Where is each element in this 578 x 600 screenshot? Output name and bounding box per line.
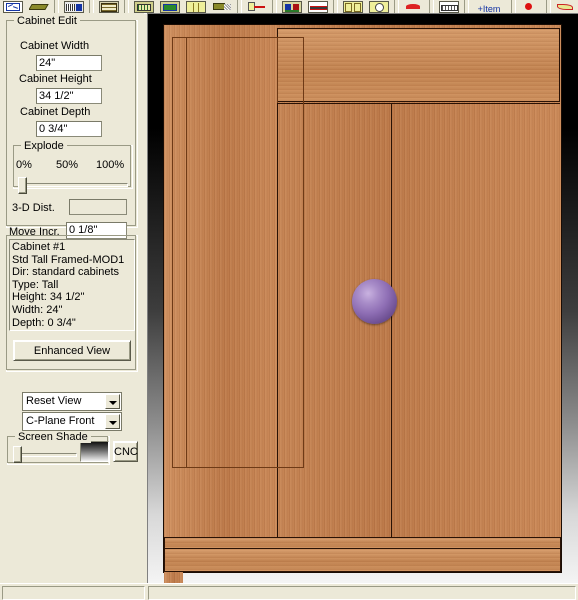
toolbar-button-curve-tool[interactable] — [554, 0, 578, 13]
chevron-down-icon[interactable] — [105, 394, 120, 409]
toolbar-button-dimension-arrow[interactable] — [245, 0, 269, 13]
toolbar-button-add-item[interactable]: +Item — [472, 0, 508, 13]
enhanced-view-button[interactable]: Enhanced View — [13, 340, 131, 361]
cabinet-width-label: Cabinet Width — [20, 40, 90, 52]
cabinet-depth-label: Cabinet Depth — [20, 106, 91, 118]
cabinet-edit-title: Cabinet Edit — [14, 15, 80, 27]
toolbar-button-molding[interactable] — [306, 0, 330, 13]
status-cell-left — [2, 586, 145, 600]
status-bar — [0, 583, 578, 600]
cabinet-bottom-shadowline — [164, 537, 561, 549]
molding-icon — [308, 1, 328, 13]
flip-part-icon — [404, 1, 424, 13]
add-item-label: +Item — [477, 4, 501, 13]
cabinet-width-input[interactable]: 24" — [36, 55, 102, 71]
toolbar-separator — [272, 0, 277, 13]
toolbar-separator — [89, 0, 94, 13]
3d-viewport[interactable] — [147, 13, 578, 583]
curve-tool-icon — [556, 1, 576, 13]
cabinet-door-knob[interactable] — [352, 279, 397, 324]
shelf-layout-icon — [99, 1, 119, 13]
cabinet-height-input[interactable]: 34 1/2" — [36, 88, 102, 104]
toolbar-button-drawer-box[interactable] — [158, 0, 182, 13]
toolbar-button-shelf-layout[interactable] — [97, 0, 121, 13]
toolbar-separator — [124, 0, 129, 13]
toolbar-separator — [546, 0, 551, 13]
explode-slider-track[interactable] — [18, 183, 128, 187]
info-line-3: Type: Tall — [12, 278, 59, 291]
status-cell-right — [148, 586, 576, 600]
toolbar-separator — [511, 0, 516, 13]
dist-value-field — [69, 199, 127, 215]
cabinet-right-side — [164, 572, 183, 583]
clock-icon — [369, 1, 389, 13]
dimension-arrow-icon — [247, 1, 267, 13]
toolbar-separator — [333, 0, 338, 13]
explode-tick-0: 0% — [16, 159, 32, 171]
info-line-6: Depth: 0 3/4" — [12, 316, 76, 329]
main-toolbar: +Item — [0, 0, 578, 14]
toolbar-button-wireframe-view[interactable] — [1, 0, 25, 13]
toolbar-button-flip-part[interactable] — [402, 0, 426, 13]
toolbar-button-clock[interactable] — [367, 0, 391, 13]
cplane-value: C-Plane Front — [26, 415, 95, 427]
toolbar-separator — [394, 0, 399, 13]
cplane-combo[interactable]: C-Plane Front — [22, 412, 122, 431]
cnc-button[interactable]: CNC — [113, 441, 138, 462]
drawer-box-icon — [160, 1, 180, 13]
materials-icon — [64, 1, 84, 13]
door-top-seam — [277, 103, 560, 104]
toolbar-button-point-marker[interactable] — [519, 0, 543, 13]
cabinet-info-box: Cabinet #1 Std Tall Framed-MOD1 Dir: sta… — [9, 239, 135, 331]
explode-tick-100: 100% — [96, 159, 125, 171]
info-line-5: Width: 24" — [12, 303, 63, 316]
point-marker-icon — [521, 1, 541, 13]
cabinet-height-label: Cabinet Height — [19, 73, 92, 85]
explode-title: Explode — [21, 140, 67, 152]
toolbar-button-door-panel[interactable] — [184, 0, 208, 13]
explode-slider-thumb[interactable] — [18, 177, 27, 194]
dist-label: 3-D Dist. — [12, 202, 55, 214]
explode-tick-50: 50% — [56, 159, 79, 171]
toolbar-button-cabinet-grid[interactable] — [132, 0, 156, 13]
solid-view-icon — [29, 1, 49, 13]
toolbar-button-solid-view[interactable] — [27, 0, 51, 13]
left-control-panel: Cabinet Edit Cabinet Width 24" Cabinet H… — [0, 13, 144, 583]
reset-view-combo[interactable]: Reset View — [22, 392, 122, 411]
toolbar-button-materials[interactable] — [62, 0, 86, 13]
screen-shade-slider-track[interactable] — [14, 453, 77, 457]
door-panel-icon — [186, 1, 206, 13]
toolbar-separator — [429, 0, 434, 13]
cabinet-bottom-rail — [164, 548, 561, 572]
wireframe-view-icon — [3, 1, 23, 13]
application-window: +Item Cabinet Edit Cabinet Width 24" Cab… — [0, 0, 578, 600]
toolbar-separator — [237, 0, 242, 13]
info-line-2: Dir: standard cabinets — [12, 266, 119, 279]
info-line-0: Cabinet #1 — [12, 241, 66, 253]
toolbar-separator — [54, 0, 59, 13]
toolbar-button-ruler[interactable] — [437, 0, 461, 13]
reset-view-value: Reset View — [26, 395, 82, 407]
ruler-icon — [439, 1, 459, 13]
toolbar-button-double-door[interactable] — [341, 0, 365, 13]
info-line-1: Std Tall Framed-MOD1 — [12, 253, 125, 266]
screen-shade-preview[interactable] — [80, 441, 109, 462]
door-center-gap — [391, 103, 392, 556]
double-door-icon — [343, 1, 363, 13]
toolbar-separator — [464, 0, 469, 13]
toolbar-button-elevation[interactable] — [280, 0, 304, 13]
screen-shade-slider-thumb[interactable] — [13, 446, 22, 463]
chevron-down-icon[interactable] — [105, 414, 120, 429]
countertop-icon — [212, 1, 232, 13]
cabinet-grid-icon — [134, 1, 154, 13]
cabinet-top-rail — [277, 28, 560, 102]
toolbar-button-countertop[interactable] — [210, 0, 234, 13]
cabinet-depth-input[interactable]: 0 3/4" — [36, 121, 102, 137]
info-line-4: Height: 34 1/2" — [12, 291, 85, 304]
right-door-panel-inset — [172, 37, 304, 468]
cabinet-3d-model[interactable] — [163, 24, 562, 583]
elevation-icon — [282, 1, 302, 13]
screen-shade-title: Screen Shade — [15, 431, 91, 443]
